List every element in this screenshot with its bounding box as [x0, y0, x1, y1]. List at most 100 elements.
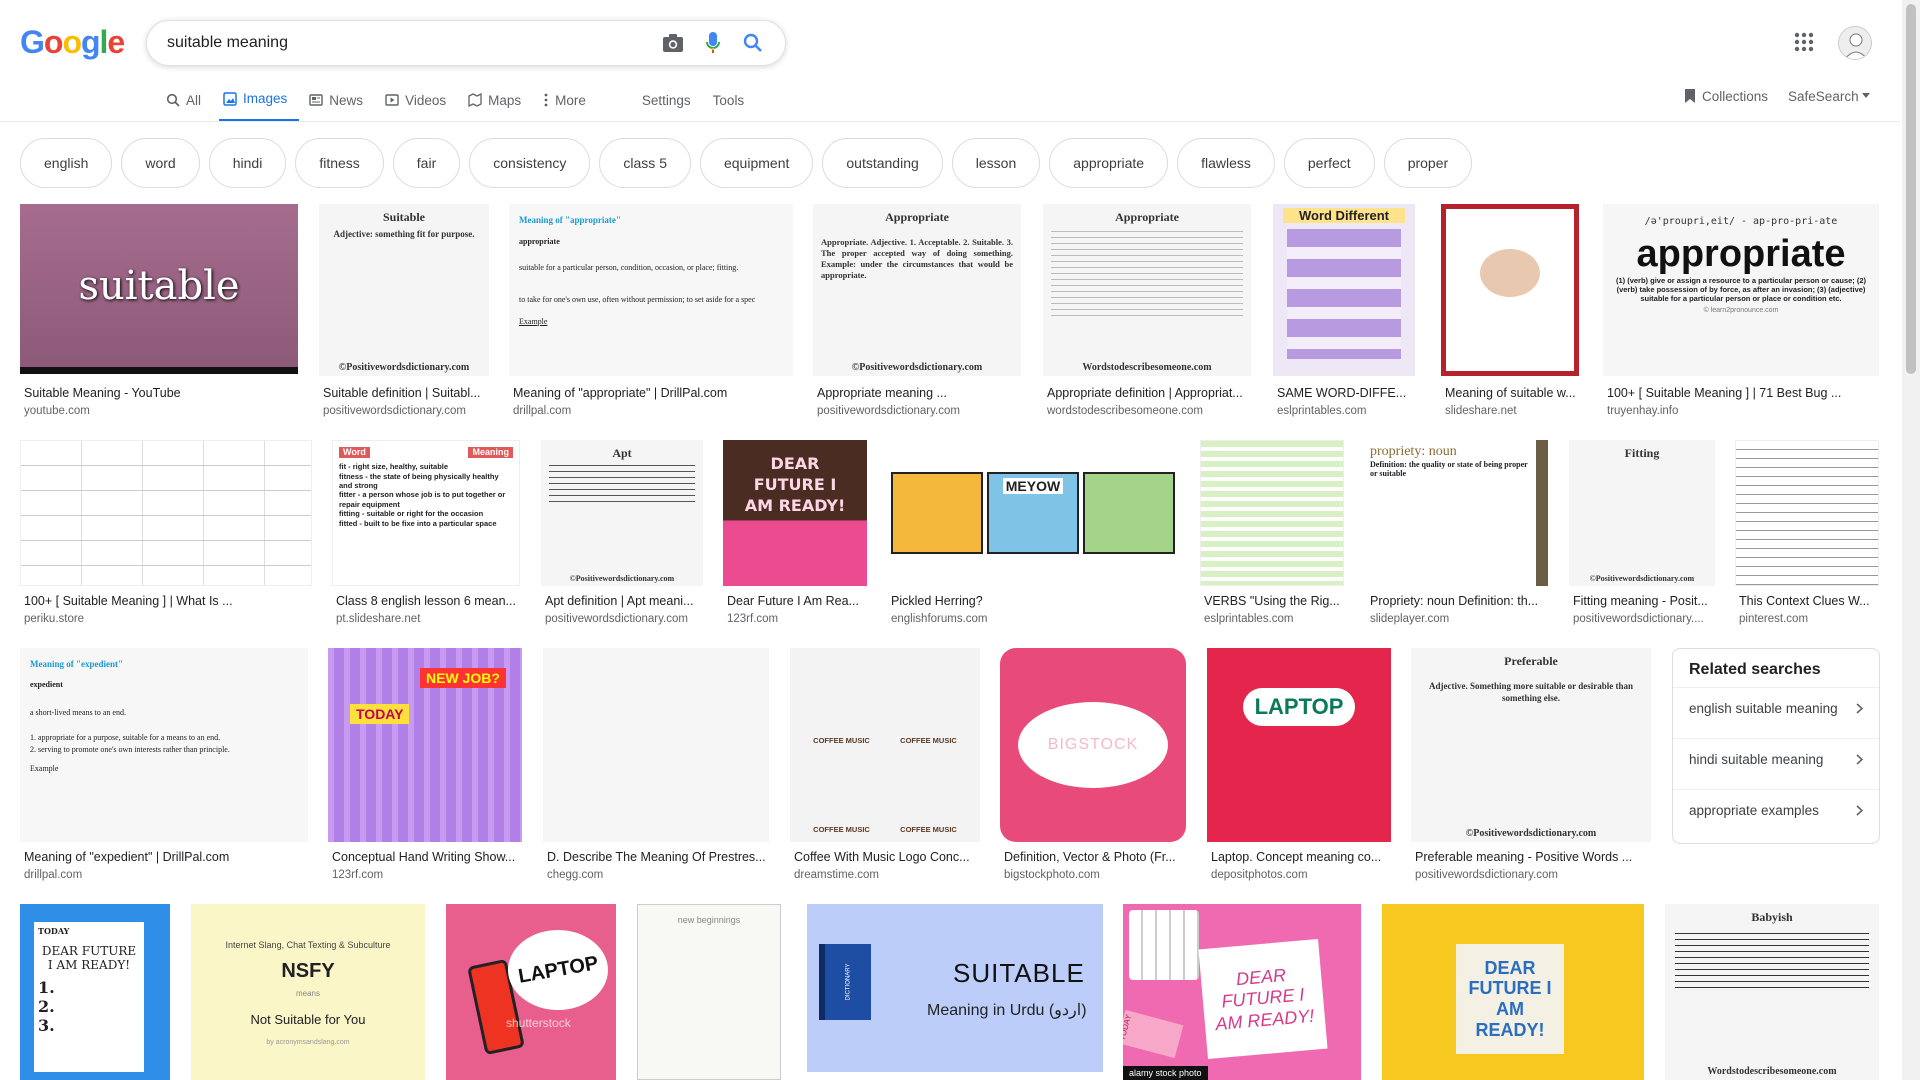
image-result[interactable]: VERBS "Using the Rig... eslprintables.co… — [1200, 440, 1346, 630]
scrollbar-thumb[interactable] — [1906, 4, 1916, 374]
image-result[interactable]: Babyish Wordstodescribesomeone.com — [1665, 904, 1881, 1080]
thumb-line: Definition: the quality or state of bein… — [1370, 460, 1528, 478]
chip-word[interactable]: word — [121, 138, 200, 188]
image-result[interactable]: D. Describe The Meaning Of Prestres... c… — [543, 648, 771, 888]
image-result[interactable]: /ə'proupri,eit/ - ap-pro-pri-ate appropr… — [1603, 204, 1881, 420]
thumb-def: a short-lived means to an end. — [30, 707, 126, 717]
related-search-item[interactable]: hindi suitable meaning — [1673, 738, 1879, 780]
chip-english[interactable]: english — [20, 138, 113, 188]
tab-videos[interactable]: Videos — [381, 86, 458, 122]
image-result[interactable]: DEAR FUTURE I AM READY! — [1382, 904, 1646, 1080]
header-divider — [0, 121, 1900, 122]
image-result[interactable]: This Context Clues W... pinterest.com — [1735, 440, 1881, 630]
image-result[interactable]: DEAR FUTURE I AM READY! TODAY alamy stoc… — [1123, 904, 1363, 1080]
image-result[interactable]: Meaning of suitable w... slideshare.net — [1441, 204, 1581, 420]
image-result[interactable]: Word Meaning fit - right size, healthy, … — [332, 440, 522, 630]
image-result[interactable]: Meaning of "appropriate" appropriate sui… — [509, 204, 795, 420]
logo-letter: g — [80, 24, 101, 60]
collections-button[interactable]: Collections — [1684, 88, 1768, 104]
result-title: Fitting meaning - Posit... — [1573, 594, 1708, 608]
search-input[interactable] — [167, 34, 653, 52]
image-result[interactable]: LAPTOP Laptop. Concept meaning co... dep… — [1207, 648, 1393, 888]
image-result[interactable]: Meaning of "expedient" expedient a short… — [20, 648, 310, 888]
google-logo[interactable]: Google — [20, 24, 125, 61]
thumb-line: Adjective: something fit for purpose. — [333, 229, 475, 239]
right-tools: Collections SafeSearch — [1684, 88, 1870, 104]
result-source: truyenhay.info — [1607, 405, 1679, 417]
safesearch-button[interactable]: SafeSearch — [1788, 89, 1870, 104]
result-source: eslprintables.com — [1204, 613, 1294, 625]
image-result[interactable]: Word Different SAME WORD-DIFFE... eslpri… — [1273, 204, 1417, 420]
thumbnail: DEAR FUTURE I AM READY! — [723, 440, 867, 586]
search-icon[interactable] — [733, 23, 773, 63]
tab-all[interactable]: All — [162, 86, 213, 122]
tab-news[interactable]: News — [305, 86, 375, 122]
thumb-word: appropriate — [519, 236, 560, 246]
thumb-text: COFFEE MUSIC — [813, 825, 870, 834]
thumb-meaning-label: Meaning — [468, 447, 513, 459]
related-search-item[interactable]: appropriate examples — [1673, 789, 1879, 831]
thumb-photo — [1480, 249, 1540, 297]
result-title: 100+ [ Suitable Meaning ] | 71 Best Bug … — [1607, 386, 1842, 400]
thumb-textblock — [1051, 231, 1243, 321]
chip-class-5[interactable]: class 5 — [599, 138, 691, 188]
result-source: pinterest.com — [1739, 613, 1809, 625]
image-result[interactable]: NEW JOB? TODAY Conceptual Hand Writing S… — [328, 648, 524, 888]
chip-lesson[interactable]: lesson — [951, 138, 1041, 188]
chip-fitness[interactable]: fitness — [295, 138, 384, 188]
chip-flawless[interactable]: flawless — [1177, 138, 1275, 188]
thumbnail: MEYOW — [887, 440, 1179, 586]
apps-grid-icon[interactable] — [1792, 30, 1816, 54]
image-result[interactable]: new beginnings — [637, 904, 783, 1080]
microphone-icon[interactable] — [693, 23, 733, 63]
chip-equipment[interactable]: equipment — [699, 138, 814, 188]
tab-images[interactable]: Images — [219, 86, 300, 122]
thumbnail — [20, 440, 312, 586]
tab-tools[interactable]: Tools — [709, 86, 757, 122]
image-result[interactable]: BIGSTOCK Definition, Vector & Photo (Fr.… — [1000, 648, 1188, 888]
chip-perfect[interactable]: perfect — [1283, 138, 1375, 188]
image-result[interactable]: Apt ©Positivewordsdictionary.com Apt def… — [541, 440, 705, 630]
result-source: wordstodescribesomeone.com — [1047, 405, 1203, 417]
bookmark-icon — [1685, 89, 1695, 103]
thumbnail: Apt ©Positivewordsdictionary.com — [541, 440, 703, 586]
image-result[interactable]: TODAY DEAR FUTURE I AM READY! 1. 2. 3. — [20, 904, 172, 1080]
scrollbar[interactable] — [1902, 0, 1920, 1080]
camera-icon[interactable] — [653, 23, 693, 63]
image-result[interactable]: Suitable Adjective: something fit for pu… — [319, 204, 491, 420]
chip-hindi[interactable]: hindi — [208, 138, 287, 188]
image-result[interactable]: DICTIONARY SUITABLE Meaning in Urdu (ارد… — [807, 904, 1105, 1080]
chip-outstanding[interactable]: outstanding — [822, 138, 943, 188]
thumbnail: Appropriate Appropriate. Adjective. 1. A… — [813, 204, 1021, 376]
thumb-line: fitness - the state of being physically … — [339, 471, 499, 490]
result-title: Definition, Vector & Photo (Fr... — [1004, 850, 1176, 864]
avatar[interactable] — [1838, 26, 1872, 60]
chip-fair[interactable]: fair — [392, 138, 461, 188]
search-box — [146, 20, 786, 66]
image-result[interactable]: LAPTOP shutterstock — [446, 904, 618, 1080]
image-result[interactable]: propriety: noun Definition: the quality … — [1366, 440, 1550, 630]
tab-more[interactable]: More — [539, 86, 598, 122]
image-result[interactable]: Appropriate Appropriate. Adjective. 1. A… — [813, 204, 1023, 420]
chip-consistency[interactable]: consistency — [469, 138, 591, 188]
tab-maps[interactable]: Maps — [464, 86, 533, 122]
image-result[interactable]: suitable Suitable Meaning - YouTube yout… — [20, 204, 300, 420]
image-result[interactable]: Appropriate Wordstodescribesomeone.com A… — [1043, 204, 1253, 420]
tab-settings[interactable]: Settings — [638, 86, 703, 122]
image-result[interactable]: 100+ [ Suitable Meaning ] | What Is ... … — [20, 440, 314, 630]
image-result[interactable]: DEAR FUTURE I AM READY! Dear Future I Am… — [723, 440, 869, 630]
image-result[interactable]: COFFEE MUSIC COFFEE MUSIC COFFEE MUSIC C… — [790, 648, 982, 888]
chip-proper[interactable]: proper — [1383, 138, 1473, 188]
thumb-heading: Babyish — [1751, 910, 1793, 924]
chip-appropriate[interactable]: appropriate — [1049, 138, 1169, 188]
image-result[interactable]: MEYOW Pickled Herring? englishforums.com — [887, 440, 1181, 630]
image-result[interactable]: Fitting ©Positivewordsdictionary.com Fit… — [1569, 440, 1717, 630]
image-result[interactable]: Internet Slang, Chat Texting & Subcultur… — [191, 904, 427, 1080]
eye-shape: BIGSTOCK — [1018, 702, 1168, 788]
thumb-word: SUITABLE — [953, 958, 1085, 988]
related-search-item[interactable]: english suitable meaning — [1673, 687, 1879, 729]
thumb-text: suitable — [78, 262, 240, 309]
thumb-card: TODAY DEAR FUTURE I AM READY! 1. 2. 3. — [34, 922, 144, 1072]
image-result[interactable]: Preferable Adjective. Something more sui… — [1411, 648, 1653, 888]
thumbnail: Word Different — [1273, 204, 1415, 376]
